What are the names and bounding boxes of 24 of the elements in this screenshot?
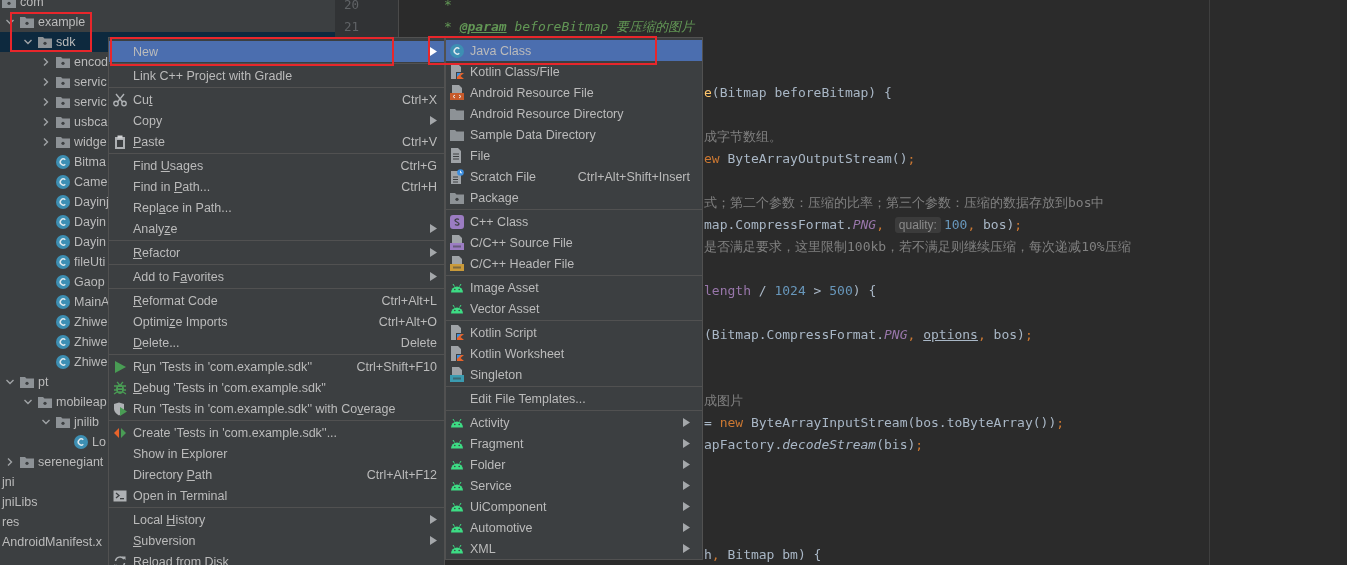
code-line: 成图片 — [704, 393, 743, 408]
code-line: * — [444, 0, 452, 12]
code-line: (Bitmap.CompressFormat.PNG, options, bos); — [704, 327, 1033, 342]
shortcut-text: Ctrl+Alt+Shift+Insert — [577, 169, 690, 184]
code-line: h, Bitmap bm) { — [704, 547, 822, 562]
code-line: * @param beforeBitmap 要压缩的图片 — [444, 19, 695, 34]
code-line: 是否满足要求，这里限制100kb，若不满足则继续压缩，每次递减10%压缩 — [704, 239, 1131, 254]
code-line: = new ByteArrayInputStream(bos.toByteArray()); — [704, 415, 1065, 430]
shortcut-text: Ctrl+Alt+O — [378, 314, 437, 329]
code-line: ew ByteArrayOutputStream(); — [704, 151, 916, 166]
shortcut-text: Delete — [400, 335, 437, 350]
code-line: apFactory.decodeStream(bis); — [704, 437, 924, 452]
code-line: 式；第二个参数：压缩的比率；第三个参数：压缩的数据存放到bos中 — [704, 195, 1105, 210]
code-line: 成字节数组。 — [704, 129, 782, 144]
shortcut-text: Ctrl+G — [400, 158, 437, 173]
shortcut-text: Ctrl+X — [401, 92, 437, 107]
code-line: length / 1024 > 500) { — [704, 283, 877, 298]
shortcut-text: Ctrl+Alt+L — [381, 293, 437, 308]
shortcut-text: Ctrl+H — [401, 179, 437, 194]
shortcut-text: Ctrl+Alt+F12 — [366, 467, 437, 482]
shortcut-text: Ctrl+Shift+F10 — [356, 359, 437, 374]
shortcut-text: Ctrl+V — [401, 134, 437, 149]
code-line: e(Bitmap beforeBitmap) { — [704, 85, 892, 100]
code-line: map.CompressFormat.PNG, quality: 100, bos); — [704, 217, 1023, 232]
